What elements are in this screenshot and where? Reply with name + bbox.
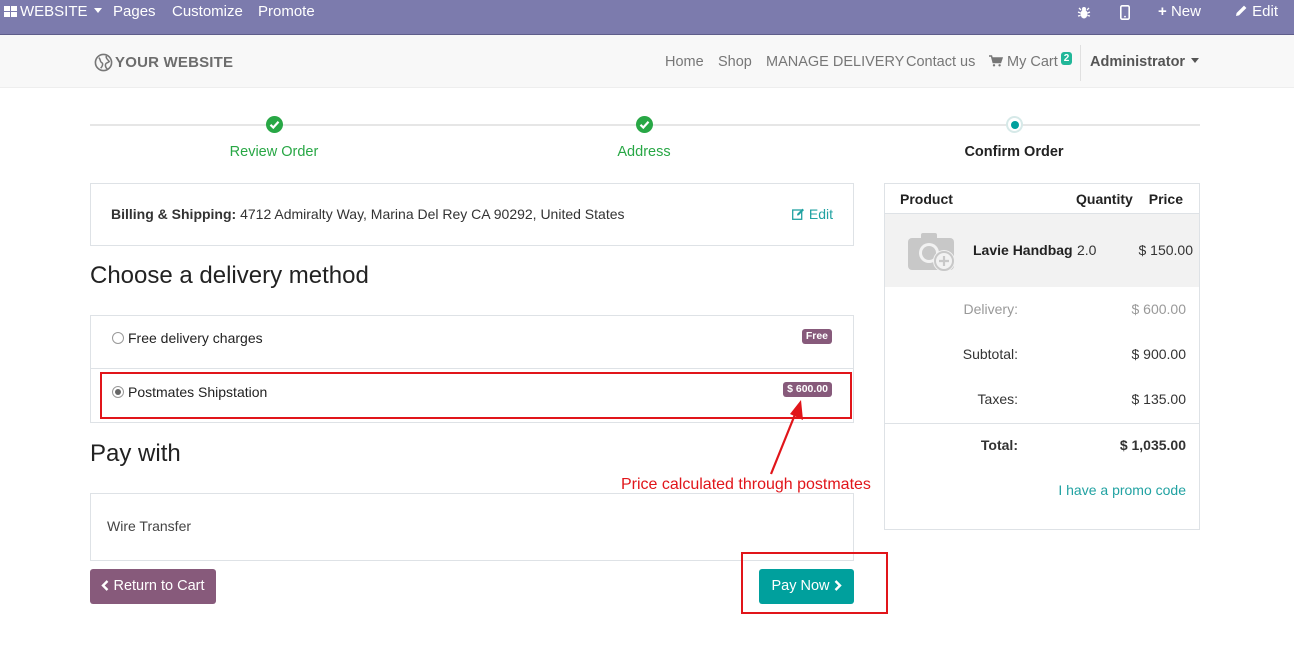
- payment-method-card[interactable]: Wire Transfer: [90, 493, 854, 561]
- check-circle-icon: [266, 116, 283, 133]
- taxes-label: Taxes:: [977, 391, 1018, 407]
- step-address[interactable]: Address: [544, 144, 744, 160]
- nav-manage-delivery[interactable]: MANAGE DELIVERY: [766, 52, 904, 72]
- step-review-order[interactable]: Review Order: [174, 144, 374, 160]
- customize-menu[interactable]: Customize: [172, 0, 243, 24]
- subtotal-label: Subtotal:: [962, 346, 1018, 362]
- logo-text: YOUR WEBSITE: [115, 53, 234, 71]
- globe-icon: [94, 53, 113, 71]
- admin-topbar: WEBSITE Pages Customize Promote + New Ed…: [0, 0, 1294, 35]
- delivery-label: Delivery:: [963, 301, 1018, 317]
- cart-icon: [989, 53, 1004, 73]
- site-logo[interactable]: YOUR WEBSITE: [94, 52, 233, 72]
- nav-my-cart[interactable]: My Cart 2: [989, 52, 1073, 73]
- subtotal-value: $ 900.00: [1131, 346, 1187, 362]
- delivery-heading: Choose a delivery method: [90, 262, 369, 289]
- pay-button-label: Pay Now: [771, 578, 830, 594]
- cart-label: My Cart: [1007, 54, 1058, 70]
- total-label: Total:: [980, 437, 1018, 453]
- current-step-dot-icon: [1006, 116, 1023, 133]
- taxes-value: $ 135.00: [1131, 391, 1187, 407]
- edit-square-icon: [792, 207, 805, 223]
- delivery-radio-free[interactable]: [112, 332, 124, 344]
- edit-address-link[interactable]: Edit: [792, 206, 833, 223]
- summary-header-quantity: Quantity: [1076, 191, 1133, 207]
- payment-heading: Pay with: [90, 440, 181, 467]
- delivery-price-badge: Free: [801, 329, 832, 344]
- caret-down-icon: [1191, 58, 1200, 63]
- payment-method-label: Wire Transfer: [107, 518, 192, 534]
- summary-product-row: Lavie Handbag 2.0 $ 150.00: [885, 213, 1199, 287]
- order-summary: Product Quantity Price Lavie Handbag 2.0…: [884, 183, 1200, 530]
- billing-address-text: 4712 Admiralty Way, Marina Del Rey CA 90…: [240, 206, 625, 222]
- plus-icon: +: [1158, 3, 1167, 20]
- delivery-option-free[interactable]: Free delivery charges Free: [91, 316, 853, 369]
- website-menu[interactable]: WEBSITE: [4, 0, 102, 24]
- new-button-label: New: [1170, 3, 1201, 20]
- summary-header-price: Price: [1148, 191, 1183, 207]
- return-to-cart-button[interactable]: Return to Cart: [90, 569, 216, 604]
- annotation-arrow-icon: [769, 400, 803, 475]
- check-circle-icon: [636, 116, 653, 133]
- step-confirm-order: Confirm Order: [964, 144, 1064, 160]
- caret-down-icon: [93, 8, 102, 13]
- nav-contact-us[interactable]: Contact us: [906, 52, 975, 72]
- annotation-text: Price calculated through postmates: [621, 476, 871, 493]
- nav-home[interactable]: Home: [665, 52, 704, 72]
- billing-address: Billing & Shipping: 4712 Admiralty Way, …: [111, 206, 625, 222]
- nav-divider: [1080, 45, 1081, 81]
- edit-button-label: Edit: [1252, 3, 1279, 20]
- total-value: $ 1,035.00: [1119, 437, 1186, 453]
- website-menu-label: WEBSITE: [20, 3, 88, 20]
- chevron-left-icon: [101, 569, 109, 604]
- nav-shop[interactable]: Shop: [718, 52, 752, 72]
- promote-menu[interactable]: Promote: [258, 0, 315, 24]
- billing-label: Billing & Shipping:: [111, 206, 237, 222]
- pages-menu[interactable]: Pages: [113, 0, 156, 24]
- cart-count-badge: 2: [1060, 52, 1073, 65]
- edit-button[interactable]: Edit: [1235, 0, 1278, 24]
- billing-shipping-card: Billing & Shipping: 4712 Admiralty Way, …: [90, 183, 854, 246]
- pencil-icon: [1235, 1, 1248, 25]
- edit-link-label: Edit: [808, 206, 833, 222]
- user-menu[interactable]: Administrator: [1090, 52, 1200, 72]
- debug-bug-icon[interactable]: [1077, 4, 1091, 28]
- summary-header-product: Product: [900, 191, 953, 207]
- user-name: Administrator: [1090, 54, 1186, 70]
- mobile-preview-icon[interactable]: [1120, 4, 1130, 28]
- pay-now-button[interactable]: Pay Now: [759, 569, 854, 604]
- return-button-label: Return to Cart: [113, 578, 205, 594]
- promo-code-link[interactable]: I have a promo code: [1058, 482, 1186, 498]
- delivery-value: $ 600.00: [1131, 301, 1187, 317]
- product-name[interactable]: Lavie Handbag: [973, 242, 1073, 258]
- new-button[interactable]: + New: [1158, 0, 1201, 24]
- highlight-box-postmates: [100, 372, 852, 419]
- apps-grid-icon: [4, 6, 17, 17]
- delivery-option-label: Free delivery charges: [128, 330, 263, 346]
- summary-divider: [885, 423, 1199, 424]
- product-quantity: 2.0: [1077, 242, 1097, 258]
- product-price: $ 150.00: [1138, 242, 1194, 258]
- product-image-placeholder-icon: [908, 233, 955, 272]
- chevron-right-icon: [834, 569, 842, 604]
- website-header: YOUR WEBSITE Home Shop MANAGE DELIVERY C…: [0, 35, 1294, 88]
